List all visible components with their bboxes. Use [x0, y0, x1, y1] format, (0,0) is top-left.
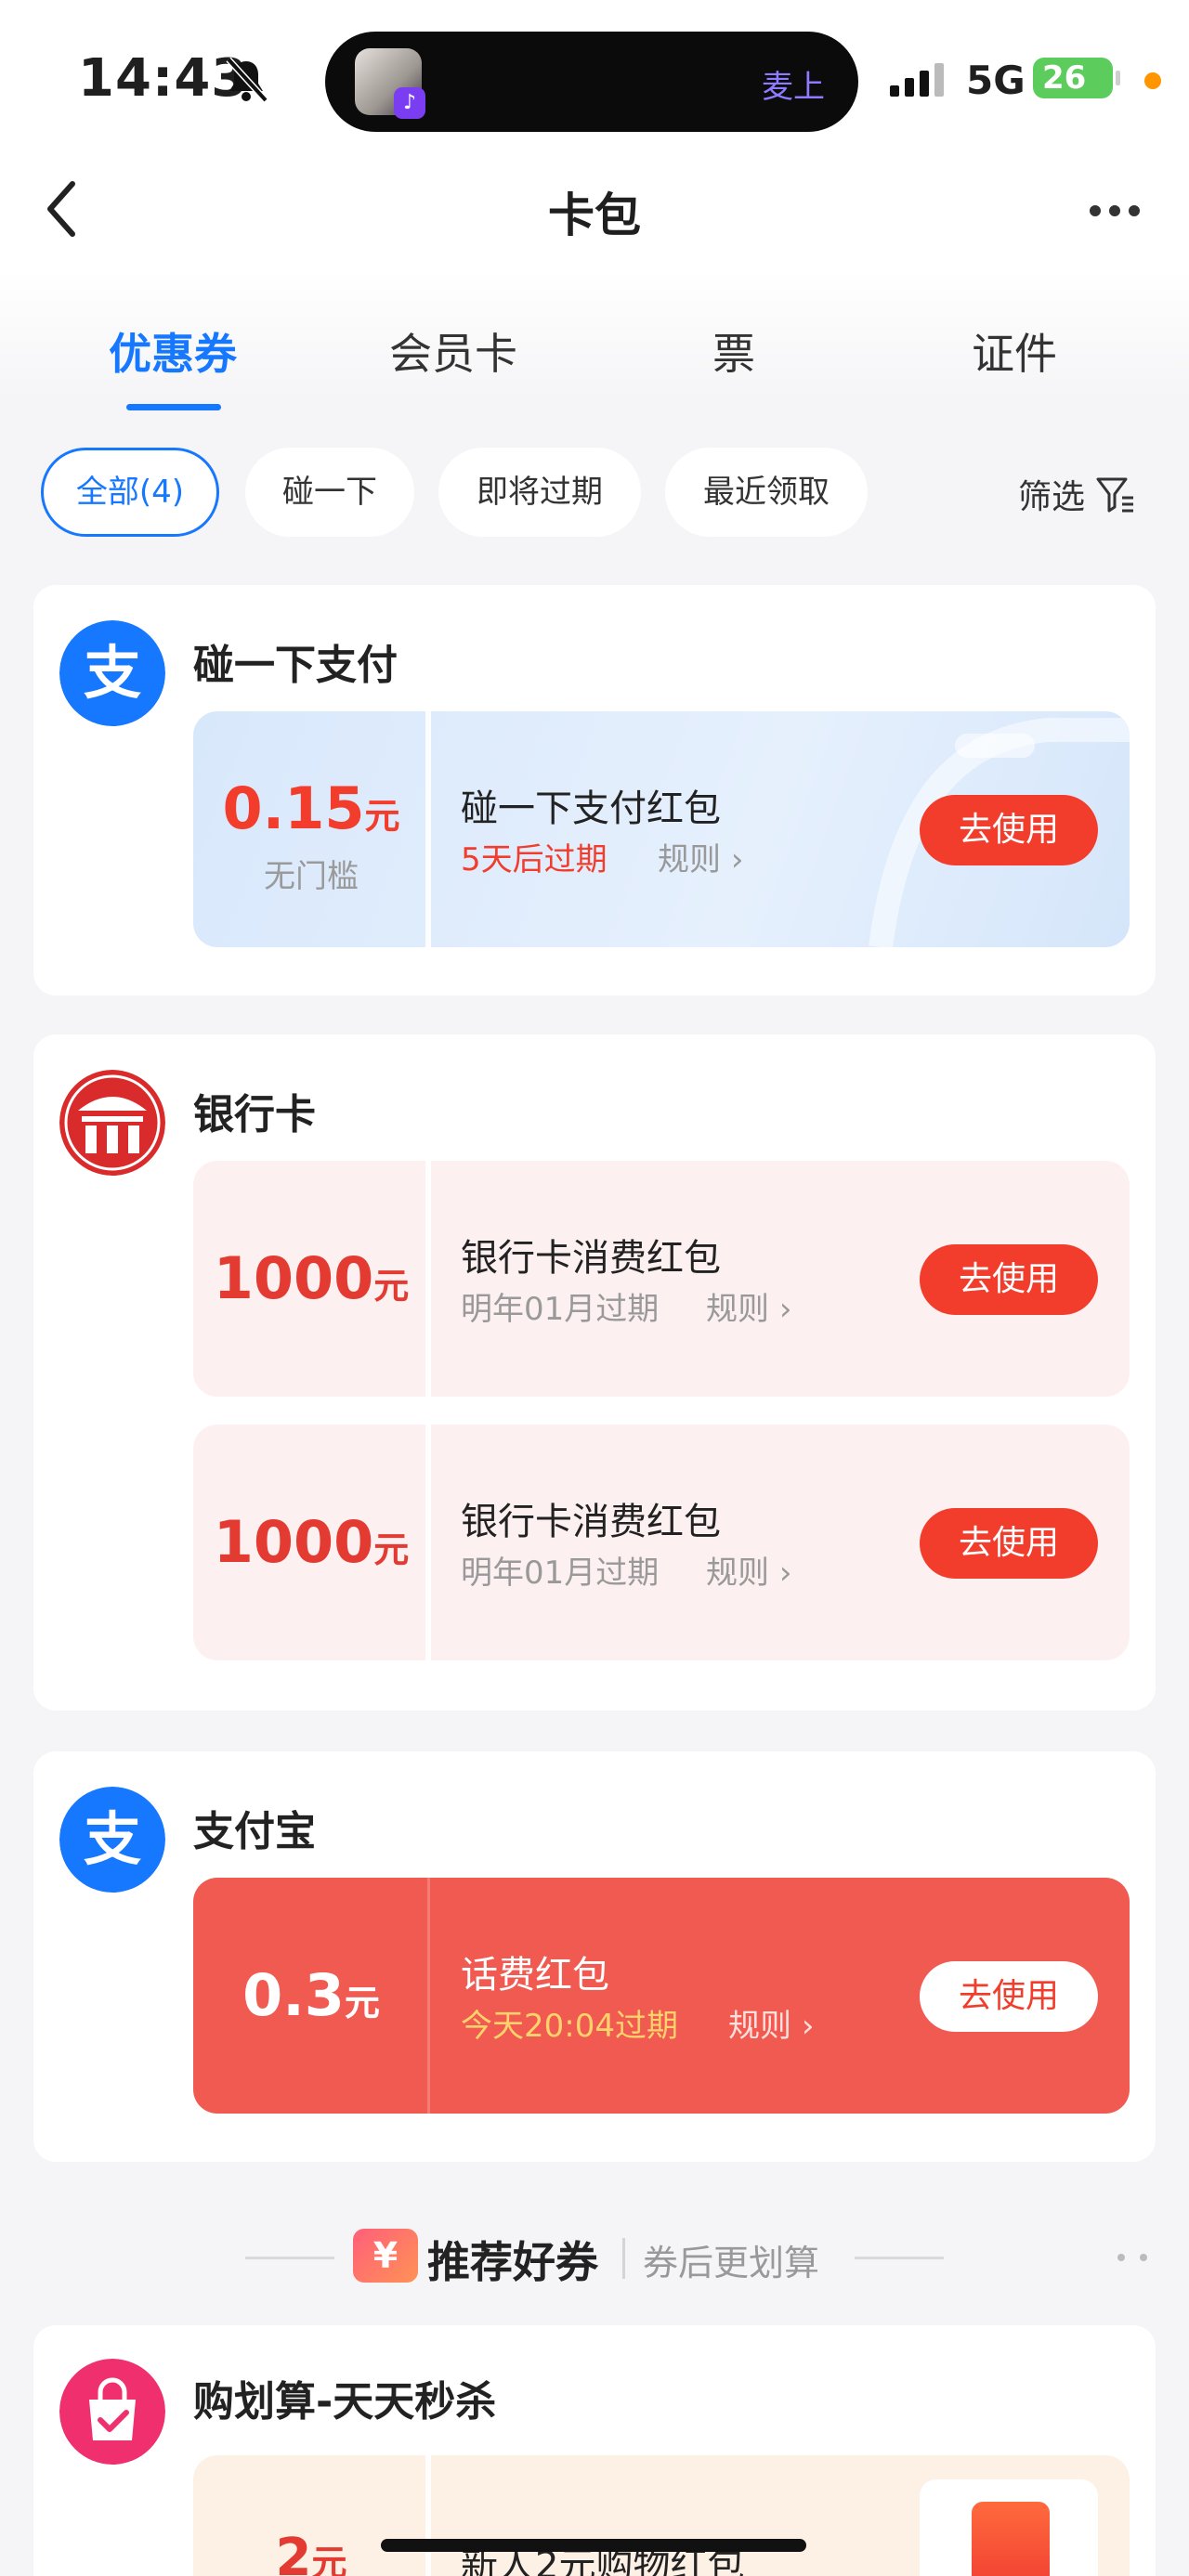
coupon-ticket-icon: ¥ [353, 2229, 418, 2283]
shopping-bag-icon [59, 2359, 165, 2465]
divider-line [855, 2257, 944, 2259]
amount-value: 2 [275, 2528, 312, 2576]
card-wallet-page: 14:43 ♪ 麦上 5G 26 卡包 优惠券 会员卡 票 证件 全部(4) 碰… [0, 0, 1189, 2576]
coupon-rules-link[interactable]: 规则 › [728, 2000, 814, 2046]
coupon-amount: 0.3元 [193, 1961, 429, 2029]
coupon-rules-link[interactable]: 规则 › [658, 834, 743, 879]
coupon-tap-pay[interactable]: 0.15元 无门槛 碰一下支付红包 5天后过期 规则 › 去使用 [193, 711, 1130, 947]
bank-logo-icon [59, 1070, 165, 1176]
rules-label: 规则 [706, 1555, 769, 1592]
coupon-threshold: 无门槛 [264, 858, 359, 895]
coupon-group-alipay: 支 支付宝 0.3元 话费红包 今天20:04过期 规则 › 去使用 [33, 1751, 1156, 2162]
chip-recently-received[interactable]: 最近领取 [665, 448, 868, 537]
filter-button[interactable]: 筛选 [1018, 470, 1135, 518]
coupon-expiry: 明年01月过期 [461, 1291, 660, 1328]
battery-indicator: 26 [1033, 58, 1120, 98]
chevron-right-icon: › [778, 1291, 792, 1328]
app-badge-icon: ♪ [394, 87, 425, 119]
amount-value: 1000 [213, 1244, 374, 1312]
filter-funnel-icon [1096, 477, 1133, 513]
brand-name: 购划算-天天秒杀 [193, 2378, 497, 2426]
live-activity-avatar: ♪ [355, 48, 425, 119]
use-button[interactable]: 去使用 [920, 1244, 1098, 1315]
live-activity-text: 麦上 [762, 69, 825, 106]
tab-bar: 优惠券 会员卡 票 证件 [0, 320, 1189, 413]
brand-name: 银行卡 [193, 1091, 316, 1138]
brand-name: 碰一下支付 [193, 642, 398, 689]
filter-chips: 全部(4) 碰一下 即将过期 最近领取 筛选 [0, 448, 1189, 539]
more-options-icon[interactable] [1089, 204, 1141, 217]
amount-unit: 元 [373, 1529, 410, 1570]
battery-level: 26 [1042, 59, 1087, 97]
chip-expiring-soon[interactable]: 即将过期 [438, 448, 641, 537]
coupon-title: 银行卡消费红包 [461, 1501, 721, 1543]
dynamic-island[interactable]: ♪ 麦上 [325, 32, 858, 132]
recommend-title: 推荐好券 [427, 2237, 598, 2287]
coupon-title: 话费红包 [461, 1954, 609, 1997]
svg-text:支: 支 [84, 639, 141, 707]
divider-line [245, 2257, 334, 2259]
coupon-amount: 1000元 [193, 1508, 429, 1576]
page-title: 卡包 [548, 189, 641, 242]
status-bar: 14:43 ♪ 麦上 5G 26 [0, 0, 1189, 158]
home-indicator[interactable] [381, 2539, 806, 2552]
tab-member-cards[interactable]: 会员卡 [351, 320, 555, 382]
coupon-amount: 2元 [193, 2528, 429, 2576]
chevron-right-icon: › [778, 1555, 792, 1592]
use-button[interactable]: 去使用 [920, 1508, 1098, 1579]
chevron-right-icon: › [730, 841, 744, 878]
coupon-phone-bill[interactable]: 0.3元 话费红包 今天20:04过期 规则 › 去使用 [193, 1878, 1130, 2114]
tab-coupons[interactable]: 优惠券 [71, 320, 275, 382]
coupon-amount: 0.15元 [193, 774, 429, 842]
coupon-rules-link[interactable]: 规则 › [706, 1283, 791, 1329]
coupon-bank-1[interactable]: 1000元 银行卡消费红包 明年01月过期 规则 › 去使用 [193, 1161, 1130, 1397]
chip-all[interactable]: 全部(4) [41, 448, 219, 537]
signal-icon [890, 63, 944, 97]
red-packet-icon: 2元 [972, 2502, 1050, 2576]
amount-value: 0.15 [222, 774, 365, 842]
alipay-logo-icon: 支 [59, 1787, 165, 1893]
chevron-right-icon: › [801, 2008, 815, 2045]
coupon-title: 银行卡消费红包 [461, 1237, 721, 1280]
active-tab-indicator [126, 404, 221, 410]
rules-label: 规则 [706, 1291, 769, 1328]
use-button[interactable]: 去使用 [920, 1961, 1098, 2032]
title-separator [622, 2238, 625, 2279]
coupon-expiry: 5天后过期 [461, 841, 608, 878]
recommend-header: ¥ 推荐好券 券后更划算 [0, 2225, 1189, 2290]
coupon-newcomer[interactable]: 2元 新人2元购物红包 2元 [193, 2455, 1130, 2576]
coupon-expiry: 今天20:04过期 [461, 2008, 678, 2045]
more-dots-icon[interactable] [1117, 2253, 1148, 2262]
recommend-subtitle: 券后更划算 [643, 2243, 820, 2283]
coupon-rules-link[interactable]: 规则 › [706, 1547, 791, 1593]
use-button[interactable]: 去使用 [920, 795, 1098, 865]
tab-tickets[interactable]: 票 [632, 320, 836, 382]
mic-indicator-dot [1144, 72, 1161, 89]
coupon-amount: 1000元 [193, 1244, 429, 1312]
coupon-group-bank-card: 银行卡 1000元 银行卡消费红包 明年01月过期 规则 › 去使用 1000元… [33, 1034, 1156, 1711]
amount-unit: 元 [364, 796, 400, 837]
network-type: 5G [966, 58, 1026, 103]
bell-muted-icon [226, 57, 268, 103]
amount-value: 0.3 [242, 1961, 345, 2029]
alipay-logo-icon: 支 [59, 620, 165, 726]
navigation-bar: 卡包 [0, 158, 1189, 260]
coupon-title: 碰一下支付红包 [461, 787, 721, 830]
coupon-thumbnail: 2元 [920, 2479, 1098, 2576]
svg-text:支: 支 [84, 1805, 141, 1873]
coupon-group-tap-pay: 支 碰一下支付 0.15元 无门槛 碰一下支付红包 5天后过期 规则 › 去使用 [33, 585, 1156, 995]
amount-unit: 元 [373, 1266, 410, 1307]
tab-documents[interactable]: 证件 [912, 320, 1117, 382]
coupon-bank-2[interactable]: 1000元 银行卡消费红包 明年01月过期 规则 › 去使用 [193, 1425, 1130, 1660]
coupon-expiry: 明年01月过期 [461, 1555, 660, 1592]
rules-label: 规则 [728, 2008, 791, 2045]
amount-unit: 元 [344, 1983, 380, 2023]
rules-label: 规则 [658, 841, 721, 878]
amount-unit: 元 [311, 2543, 347, 2576]
amount-value: 1000 [213, 1508, 374, 1576]
chip-tap-pay[interactable]: 碰一下 [245, 448, 414, 537]
brand-name: 支付宝 [193, 1808, 316, 1855]
filter-label: 筛选 [1017, 478, 1085, 516]
